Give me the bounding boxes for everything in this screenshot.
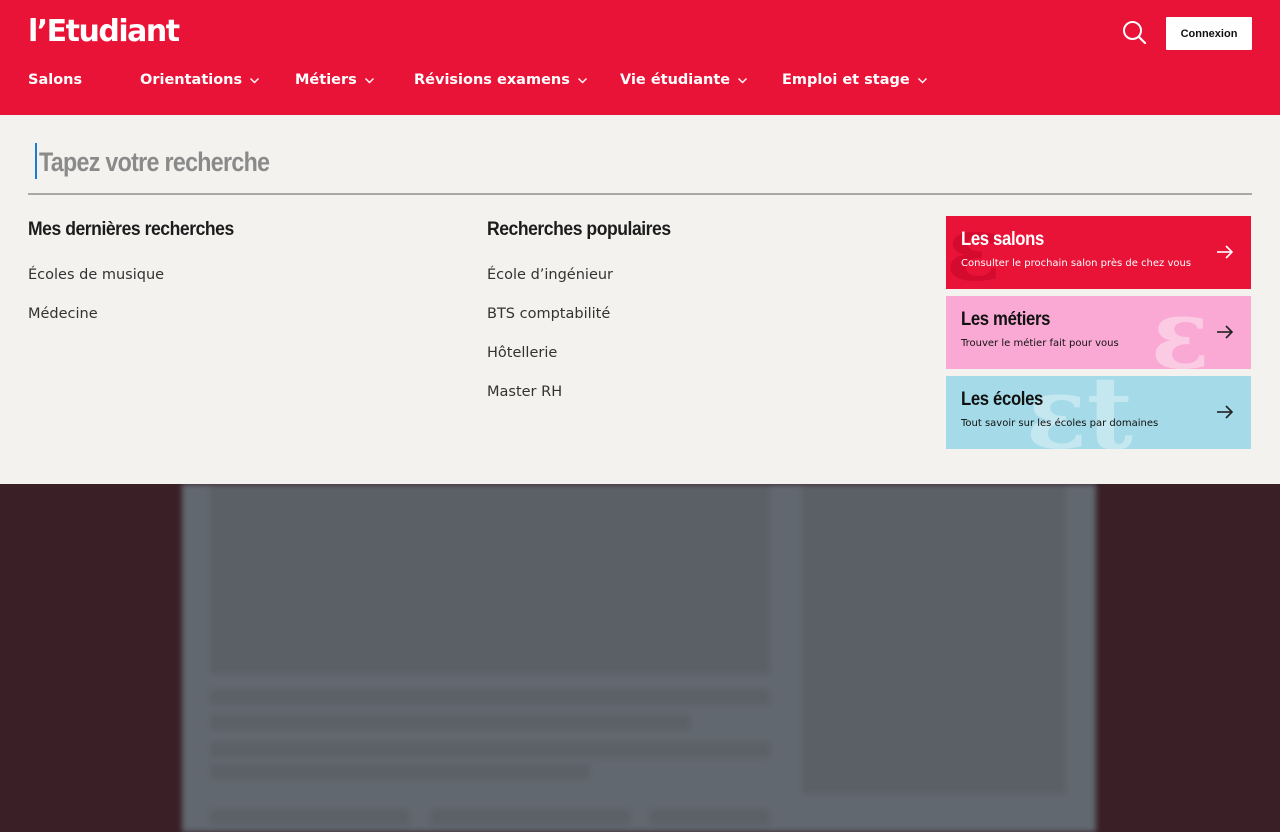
search-panel: Mes dernières recherches Écoles de musiq… <box>0 115 1280 484</box>
popular-search-item[interactable]: Master RH <box>487 382 691 421</box>
blurred-sidebar <box>802 484 1066 794</box>
recent-searches-title: Mes dernières recherches <box>28 218 234 240</box>
search-field <box>28 141 1252 195</box>
recent-search-item[interactable]: Médecine <box>28 304 257 343</box>
arrow-right-icon <box>1217 325 1234 339</box>
blurred-text-line <box>210 764 590 780</box>
blurred-text-line <box>210 714 690 730</box>
card-subtitle: Consulter le prochain salon près de chez… <box>961 258 1192 269</box>
popular-searches-list: École d’ingénieur BTS comptabilité Hôtel… <box>487 265 691 421</box>
recent-searches-list: Écoles de musique Médecine <box>28 265 257 343</box>
recent-search-item[interactable]: Écoles de musique <box>28 265 257 304</box>
nav-item-label: Orientations <box>140 72 243 88</box>
search-input[interactable] <box>39 141 1071 183</box>
blurred-text-line <box>210 742 770 758</box>
nav-item-label: Métiers <box>295 72 357 88</box>
blurred-text-line <box>430 809 630 825</box>
text-cursor <box>35 143 37 179</box>
blurred-text-line <box>210 809 410 825</box>
nav-item-label: Révisions examens <box>414 72 570 88</box>
brand-glyph-decoration: εt <box>1026 376 1133 449</box>
site-logo[interactable]: l’Etudiant <box>28 14 180 49</box>
search-icon <box>1123 21 1147 45</box>
card-salons[interactable]: ε Les salons Consulter le prochain salon… <box>946 216 1251 289</box>
brand-glyph-decoration: ε <box>1151 296 1210 369</box>
popular-search-item[interactable]: Hôtellerie <box>487 343 691 382</box>
nav-item-metiers[interactable]: Métiers <box>295 72 375 88</box>
site-header: l’Etudiant Connexion Salons Orientations… <box>0 0 1280 115</box>
popular-searches: Recherches populaires École d’ingénieur … <box>487 218 691 421</box>
chevron-down-icon <box>577 77 587 83</box>
nav-item-orientations[interactable]: Orientations <box>140 72 260 88</box>
card-metiers[interactable]: ε Les métiers Trouver le métier fait pou… <box>946 296 1251 369</box>
card-subtitle: Trouver le métier fait pour vous <box>961 338 1119 349</box>
nav-item-label: Salons <box>28 72 83 88</box>
card-subtitle: Tout savoir sur les écoles par domaines <box>961 418 1159 429</box>
nav-item-vie-etudiante[interactable]: Vie étudiante <box>620 72 748 88</box>
arrow-right-icon <box>1217 405 1234 419</box>
card-title: Les salons <box>961 229 1044 250</box>
chevron-down-icon <box>917 77 927 83</box>
connexion-button[interactable]: Connexion <box>1166 17 1252 50</box>
chevron-down-icon <box>738 77 748 83</box>
card-ecoles[interactable]: εt Les écoles Tout savoir sur les écoles… <box>946 376 1251 449</box>
main-nav: Salons Orientations Métiers Révisions ex… <box>0 72 1280 94</box>
nav-item-salons[interactable]: Salons <box>28 72 82 88</box>
arrow-right-icon <box>1217 245 1234 259</box>
nav-item-revisions-examens[interactable]: Révisions examens <box>414 72 588 88</box>
popular-searches-title: Recherches populaires <box>487 218 671 240</box>
blurred-text-line <box>210 689 770 705</box>
blurred-page-content <box>182 484 1096 832</box>
nav-item-emploi-et-stage[interactable]: Emploi et stage <box>782 72 928 88</box>
card-title: Les métiers <box>961 309 1051 330</box>
popular-search-item[interactable]: École d’ingénieur <box>487 265 691 304</box>
card-title: Les écoles <box>961 389 1043 410</box>
overlay-backdrop[interactable] <box>0 484 1280 832</box>
popular-search-item[interactable]: BTS comptabilité <box>487 304 691 343</box>
blurred-text-line <box>650 809 770 825</box>
nav-item-label: Emploi et stage <box>782 72 910 88</box>
blurred-image <box>210 484 770 674</box>
brand-glyph-decoration: ε <box>946 216 1001 289</box>
chevron-down-icon <box>250 77 260 83</box>
recent-searches: Mes dernières recherches Écoles de musiq… <box>28 218 257 343</box>
nav-item-label: Vie étudiante <box>620 72 731 88</box>
quick-links: ε Les salons Consulter le prochain salon… <box>946 216 1252 456</box>
chevron-down-icon <box>364 77 374 83</box>
search-button[interactable] <box>1120 18 1150 48</box>
